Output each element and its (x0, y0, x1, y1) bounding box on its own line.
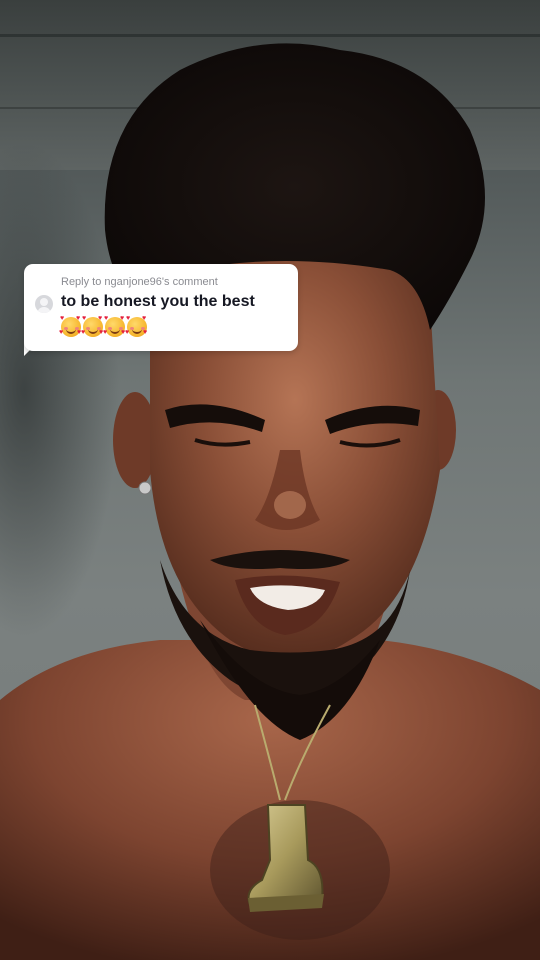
emoji-row: ♥ ♥ ♥ ♥ ♥ ♥ ♥ ♥ ♥ ♥ ♥ ♥ ♥ ♥ ♥ ♥ (59, 315, 148, 337)
video-frame[interactable]: Reply to nganjone96's comment to be hone… (0, 0, 540, 960)
comment-text: to be honest you the best (61, 293, 255, 310)
smiling-face-with-hearts-icon: ♥ ♥ ♥ ♥ (59, 315, 82, 337)
reply-comment-card[interactable]: Reply to nganjone96's comment to be hone… (24, 264, 298, 351)
nose-highlight (274, 491, 306, 519)
video-subject-illustration (0, 43, 540, 960)
smiling-face-with-hearts-icon: ♥ ♥ ♥ ♥ (81, 315, 104, 337)
smiling-face-with-hearts-icon: ♥ ♥ ♥ ♥ (103, 315, 126, 337)
commenter-avatar-icon (35, 295, 53, 313)
smiling-face-with-hearts-icon: ♥ ♥ ♥ ♥ (125, 315, 148, 337)
earring (138, 481, 152, 495)
reply-to-label: Reply to nganjone96's comment (61, 276, 218, 288)
